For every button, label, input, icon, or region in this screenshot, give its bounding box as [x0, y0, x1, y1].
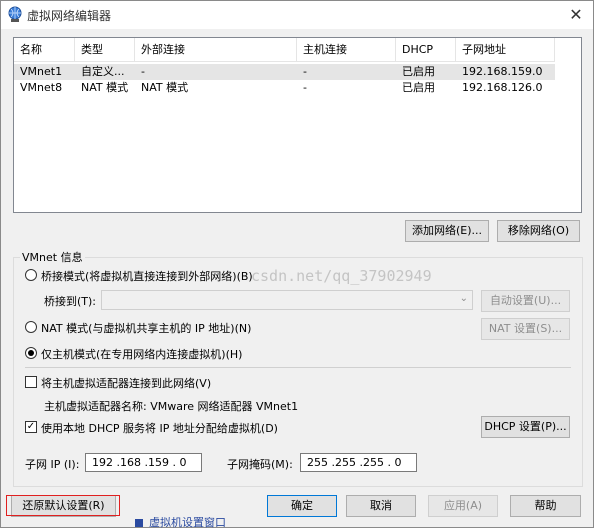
watermark-text: csdn.net/qq_37902949	[251, 267, 432, 285]
vmnet-info-label: VMnet 信息	[20, 249, 85, 265]
column-header-subnet[interactable]: 子网地址	[456, 38, 555, 62]
subnet-mask-field[interactable]: 255 .255 .255 . 0	[300, 453, 417, 472]
column-header-type[interactable]: 类型	[75, 38, 135, 62]
table-row[interactable]: VMnet1 自定义... - - 已启用 192.168.159.0	[14, 64, 555, 80]
subnet-ip-field[interactable]: 192 .168 .159 . 0	[85, 453, 202, 472]
connect-adapter-label[interactable]: 将主机虚拟适配器连接到此网络(V)	[41, 375, 211, 391]
nat-settings-button[interactable]: NAT 设置(S)...	[481, 318, 570, 340]
cell-dhcp: 已启用	[402, 81, 435, 94]
background-text: 虚拟机设置窗口	[149, 517, 226, 529]
apply-button[interactable]: 应用(A)	[428, 495, 498, 517]
window-title: 虚拟网络编辑器	[27, 9, 112, 23]
table-row[interactable]: VMnet8 NAT 模式 NAT 模式 - 已启用 192.168.126.0	[14, 80, 555, 96]
bridged-to-label: 桥接到(T):	[44, 295, 97, 308]
checkmark-icon: ✓	[26, 421, 36, 432]
subnet-ip-label: 子网 IP (I):	[25, 458, 80, 471]
auto-settings-button[interactable]: 自动设置(U)...	[481, 290, 570, 312]
column-header-dhcp[interactable]: DHCP	[396, 38, 456, 62]
close-icon: ✕	[569, 5, 583, 24]
host-only-mode-label[interactable]: 仅主机模式(在专用网络内连接虚拟机)(H)	[41, 346, 242, 362]
highlight-annotation	[6, 495, 120, 516]
help-button[interactable]: 帮助	[510, 495, 581, 517]
connect-adapter-checkbox[interactable]	[25, 376, 37, 388]
subnet-mask-label: 子网掩码(M):	[227, 458, 293, 471]
add-network-button[interactable]: 添加网络(E)...	[405, 220, 489, 242]
nat-mode-label[interactable]: NAT 模式(与虚拟机共享主机的 IP 地址)(N)	[41, 320, 251, 336]
title-bar: 虚拟网络编辑器 ✕	[1, 1, 593, 29]
ok-button[interactable]: 确定	[267, 495, 337, 517]
remove-network-button[interactable]: 移除网络(O)	[497, 220, 580, 242]
column-header-external[interactable]: 外部连接	[135, 38, 297, 62]
cell-name: VMnet8	[20, 81, 63, 94]
network-table[interactable]: 名称 类型 外部连接 主机连接 DHCP 子网地址 VMnet1 自定义... …	[13, 37, 582, 213]
bridged-to-dropdown[interactable]: ⌄	[101, 290, 473, 310]
use-dhcp-checkbox[interactable]: ✓	[25, 421, 37, 433]
cell-type: NAT 模式	[81, 81, 129, 94]
cell-host: -	[303, 65, 307, 78]
cell-external: -	[141, 65, 145, 78]
bridged-mode-radio[interactable]	[25, 269, 37, 281]
background-window-snippet: 虚拟机设置窗口	[121, 517, 271, 529]
column-header-name[interactable]: 名称	[14, 38, 75, 62]
cancel-button[interactable]: 取消	[346, 495, 416, 517]
cell-external: NAT 模式	[141, 81, 189, 94]
nat-mode-radio[interactable]	[25, 321, 37, 333]
cell-subnet: 192.168.126.0	[462, 81, 543, 94]
cell-host: -	[303, 81, 307, 94]
cell-type: 自定义...	[81, 65, 125, 78]
table-header: 名称 类型 外部连接 主机连接 DHCP 子网地址	[14, 38, 555, 62]
bullet-icon	[135, 519, 143, 527]
close-button[interactable]: ✕	[562, 3, 590, 27]
chevron-down-icon: ⌄	[459, 293, 468, 304]
cell-subnet: 192.168.159.0	[462, 65, 543, 78]
column-header-host[interactable]: 主机连接	[297, 38, 396, 62]
adapter-name-text: 主机虚拟适配器名称: VMware 网络适配器 VMnet1	[44, 400, 299, 413]
use-dhcp-label[interactable]: 使用本地 DHCP 服务将 IP 地址分配给虚拟机(D)	[41, 420, 278, 436]
globe-network-icon	[8, 6, 22, 22]
virtual-network-editor-window: 虚拟网络编辑器 ✕ 名称 类型 外部连接 主机连接 DHCP 子网地址 VMne…	[0, 0, 594, 528]
cell-name: VMnet1	[20, 65, 63, 78]
host-only-mode-radio[interactable]	[25, 347, 37, 359]
bridged-mode-label[interactable]: 桥接模式(将虚拟机直接连接到外部网络)(B)	[41, 268, 253, 284]
cell-dhcp: 已启用	[402, 65, 435, 78]
divider	[25, 367, 571, 368]
dhcp-settings-button[interactable]: DHCP 设置(P)...	[481, 416, 570, 438]
